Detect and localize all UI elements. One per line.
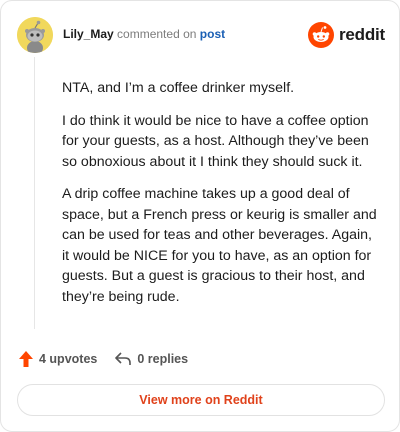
comment-paragraph: NTA, and I’m a coffee drinker myself. <box>62 80 295 96</box>
byline: Lily_May commented on post <box>63 27 225 41</box>
reddit-alien-icon <box>307 22 334 48</box>
comment-paragraph: I do think it would be nice to have a co… <box>62 112 369 170</box>
reddit-wordmark: reddit <box>338 25 385 44</box>
thread-line <box>34 57 35 329</box>
comment-header: Lily_May commented on post reddit <box>17 17 385 53</box>
post-link[interactable]: post <box>200 27 225 41</box>
username-link[interactable]: Lily_May <box>63 27 114 41</box>
reply-button[interactable]: 0 replies <box>115 352 188 366</box>
view-more-button[interactable]: View more on Reddit <box>17 384 385 416</box>
reddit-comment-card: Lily_May commented on post reddit NTA, a… <box>0 0 400 432</box>
snoo-avatar-icon <box>17 17 53 53</box>
upvote-arrow-icon <box>19 351 33 367</box>
commented-on-text: commented on <box>117 27 197 41</box>
comment-paragraph: A drip coffee machine takes up a good de… <box>62 186 377 305</box>
reddit-logo[interactable]: reddit <box>307 21 385 49</box>
upvote-count: 4 upvotes <box>39 352 98 366</box>
user-avatar[interactable] <box>17 17 53 53</box>
comment-actions: 4 upvotes 0 replies <box>19 349 188 369</box>
upvote-button[interactable]: 4 upvotes <box>19 351 97 367</box>
reply-arrow-icon <box>115 352 132 365</box>
reply-count: 0 replies <box>137 352 189 366</box>
comment-body: NTA, and I’m a coffee drinker myself. I … <box>62 78 382 319</box>
